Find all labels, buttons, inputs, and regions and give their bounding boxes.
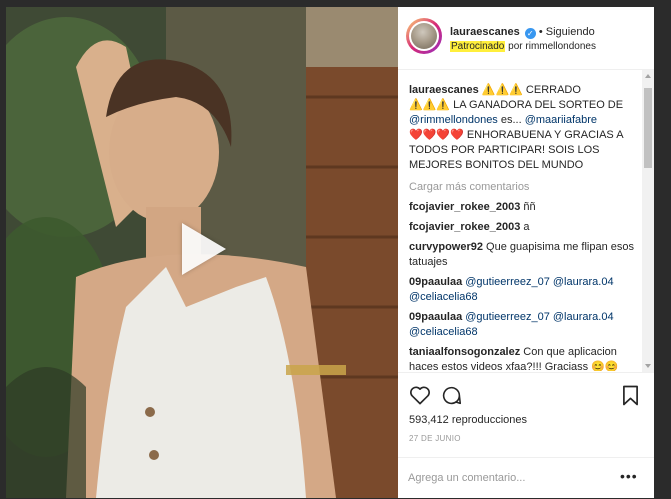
follow-separator: • — [538, 26, 543, 38]
comment-mention[interactable]: @gutieerreez_07 — [465, 311, 550, 323]
caption-line4: ❤️❤️❤️❤️ ENHORABUENA Y GRACIAS A — [409, 129, 624, 141]
caption: lauraescanes ⚠️⚠️⚠️ CERRADO ⚠️⚠️⚠️ LA GA… — [409, 83, 635, 173]
comment-mention[interactable]: @laurara.04 — [553, 276, 614, 288]
header-line: lauraescanes ✓ • Siguiendo — [450, 26, 595, 39]
view-count[interactable]: 593,412 reproducciones — [409, 414, 527, 426]
comments-list: lauraescanes ⚠️⚠️⚠️ CERRADO ⚠️⚠️⚠️ LA GA… — [398, 79, 642, 371]
bookmark-icon[interactable] — [622, 385, 639, 411]
scrollbar-thumb[interactable] — [644, 88, 652, 168]
comment-mention[interactable]: @celiacelia68 — [409, 326, 478, 338]
author-username[interactable]: lauraescanes — [450, 26, 520, 38]
caption-mid-text: es... — [497, 114, 525, 126]
sponsor-link[interactable]: rimmellondones — [525, 41, 596, 52]
caption-username[interactable]: lauraescanes — [409, 84, 479, 96]
sponsored-line: Patrocinado por rimmellondones — [450, 41, 596, 52]
caption-mention-rimmel[interactable]: @rimmellondones — [409, 114, 498, 126]
add-comment-bar: ••• — [398, 457, 654, 499]
following-button[interactable]: Siguiendo — [546, 26, 595, 38]
comment-bubble-icon[interactable] — [441, 385, 462, 411]
play-icon[interactable] — [182, 223, 226, 275]
caption-line5: TODOS POR PARTICIPAR! SOIS LOS — [409, 144, 600, 156]
comment-mention[interactable]: @celiacelia68 — [409, 291, 478, 303]
more-options-icon[interactable]: ••• — [620, 468, 638, 484]
list-item: curvypower92 Que guapisima me flipan eso… — [409, 240, 635, 270]
list-item: 09paaulaa @gutieerreez_07 @laurara.04 @c… — [409, 310, 635, 340]
sponsored-label[interactable]: Patrocinado — [450, 41, 506, 52]
scroll-up-arrow-icon[interactable] — [645, 74, 651, 78]
list-item: 09paaulaa @gutieerreez_07 @laurara.04 @c… — [409, 275, 635, 305]
post-actions: 593,412 reproducciones 27 DE JUNIO — [398, 372, 654, 458]
post-side-panel: lauraescanes ✓ • Siguiendo Patrocinado p… — [398, 7, 654, 498]
scroll-down-arrow-icon[interactable] — [645, 364, 651, 368]
post-video[interactable] — [6, 7, 398, 498]
post-header: lauraescanes ✓ • Siguiendo Patrocinado p… — [398, 7, 654, 70]
list-item: taniaalfonsogonzalez Con que aplicacion … — [409, 345, 635, 371]
comment-username[interactable]: fcojavier_rokee_2003 — [409, 221, 520, 233]
caption-line2: ⚠️⚠️⚠️ LA GANADORA DEL SORTEO DE — [409, 99, 624, 111]
post-date[interactable]: 27 DE JUNIO — [409, 434, 461, 443]
comment-username[interactable]: curvypower92 — [409, 241, 483, 253]
comment-mention[interactable]: @laurara.04 — [553, 311, 614, 323]
load-more-comments-button[interactable]: Cargar más comentarios — [409, 180, 635, 195]
comment-username[interactable]: 09paaulaa — [409, 276, 462, 288]
comment-text: ññ — [520, 201, 536, 213]
comments-scrollbar[interactable] — [642, 70, 654, 372]
comment-username[interactable]: fcojavier_rokee_2003 — [409, 201, 520, 213]
verified-check-icon: ✓ — [524, 28, 536, 39]
comment-username[interactable]: 09paaulaa — [409, 311, 462, 323]
comment-username[interactable]: taniaalfonsogonzalez — [409, 346, 520, 358]
comment-mention[interactable]: @gutieerreez_07 — [465, 276, 550, 288]
caption-line1: ⚠️⚠️⚠️ CERRADO — [481, 84, 581, 96]
avatar[interactable] — [406, 18, 442, 54]
caption-mention-winner[interactable]: @maariiafabre — [525, 114, 597, 126]
list-item: fcojavier_rokee_2003 a — [409, 220, 635, 235]
sponsored-by-prefix: por — [508, 41, 523, 52]
comment-input[interactable] — [408, 468, 608, 488]
caption-line6: MEJORES BONITOS DEL MUNDO — [409, 159, 584, 171]
comment-text: a — [520, 221, 530, 233]
heart-outline-icon[interactable] — [409, 385, 431, 410]
list-item: fcojavier_rokee_2003 ññ — [409, 200, 635, 215]
